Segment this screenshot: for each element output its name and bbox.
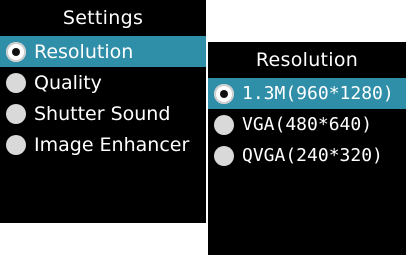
resolution-submenu-panel: Resolution 1.3M(960*1280) VGA(480*640) Q…: [208, 42, 406, 255]
settings-item-label: Image Enhancer: [34, 133, 190, 156]
settings-item-label: Resolution: [34, 40, 134, 63]
resolution-option-vga[interactable]: VGA(480*640): [208, 109, 406, 140]
settings-item-label: Quality: [34, 71, 102, 94]
settings-item-label: Shutter Sound: [34, 102, 171, 125]
settings-item-resolution[interactable]: Resolution: [0, 36, 206, 67]
settings-item-image-enhancer[interactable]: Image Enhancer: [0, 129, 206, 160]
settings-item-shutter-sound[interactable]: Shutter Sound: [0, 98, 206, 129]
resolution-title: Resolution: [255, 49, 359, 71]
settings-title: Settings: [62, 7, 144, 29]
resolution-option-qvga[interactable]: QVGA(240*320): [208, 140, 406, 171]
resolution-option-1-3m[interactable]: 1.3M(960*1280): [208, 78, 406, 109]
radio-unselected-icon: [214, 114, 234, 135]
radio-selected-icon: [214, 83, 234, 104]
radio-selected-icon: [6, 41, 26, 62]
radio-unselected-icon: [6, 72, 26, 93]
settings-item-quality[interactable]: Quality: [0, 67, 206, 98]
radio-unselected-icon: [6, 134, 26, 155]
resolution-option-label: 1.3M(960*1280): [242, 83, 394, 104]
resolution-option-label: QVGA(240*320): [242, 145, 383, 166]
radio-unselected-icon: [6, 103, 26, 124]
settings-menu-panel: Settings Resolution Quality Shutter Soun…: [0, 0, 206, 223]
resolution-option-label: VGA(480*640): [242, 114, 373, 135]
radio-unselected-icon: [214, 145, 234, 166]
